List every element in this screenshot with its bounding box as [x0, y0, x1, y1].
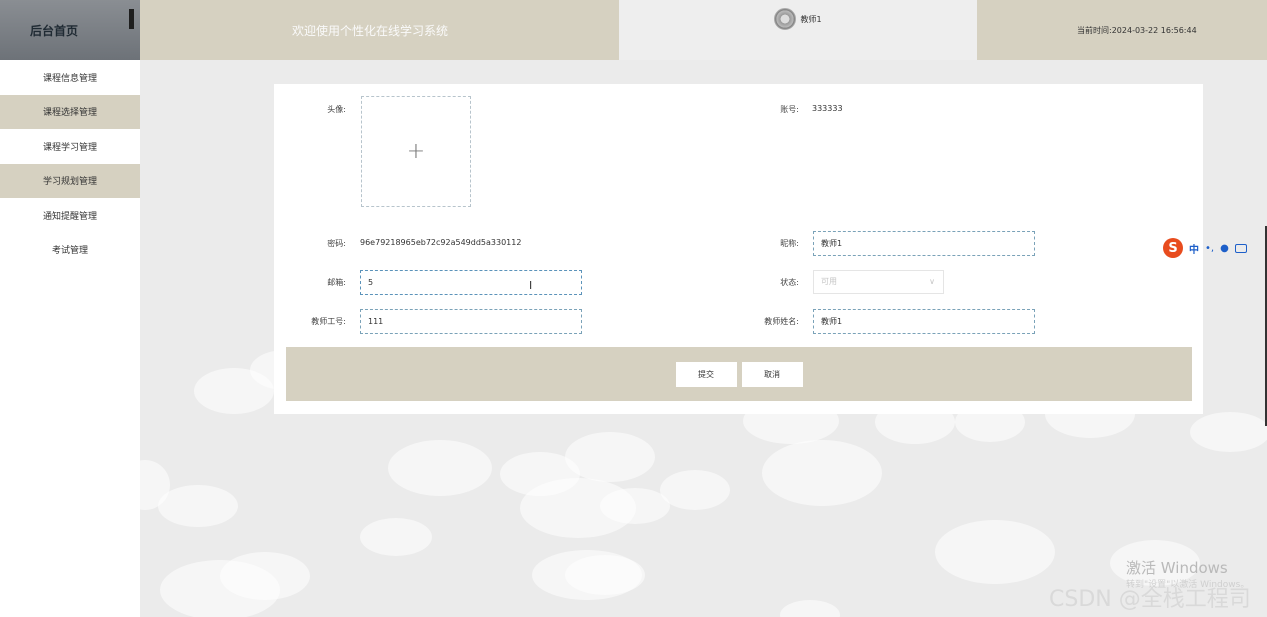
- background-bubble: [762, 440, 882, 506]
- teacher-id-label: 教师工号:: [311, 317, 346, 326]
- plus-icon: +: [406, 139, 426, 164]
- user-menu[interactable]: 教师1: [774, 8, 822, 60]
- sidebar-item-label: 通知提醒管理: [42, 211, 97, 222]
- brand-home-link[interactable]: 后台首页: [0, 0, 140, 60]
- background-bubble: [600, 488, 670, 524]
- sidebar-toggle-icon[interactable]: [129, 9, 134, 29]
- sidebar-item-course-selection[interactable]: 课程选择管理: [0, 94, 140, 129]
- cancel-button[interactable]: 取消: [741, 361, 803, 387]
- email-label: 邮箱:: [327, 278, 346, 287]
- clock-area: 当前时间: 2024-03-22 16:56:44: [977, 0, 1267, 60]
- sidebar: 课程信息管理 课程选择管理 课程学习管理 学习规划管理 通知提醒管理 考试管理: [0, 60, 140, 617]
- sidebar-item-label: 学习规划管理: [42, 177, 97, 188]
- main-content: 头像: + 账号: 333333 密码: 96e79218965eb72c92a…: [140, 60, 1267, 617]
- sidebar-item-study-plan[interactable]: 学习规划管理: [0, 163, 140, 198]
- sidebar-item-notifications[interactable]: 通知提醒管理: [0, 198, 140, 233]
- top-header: 后台首页 欢迎使用个性化在线学习系统 教师1 当前时间: 2024-03-22 …: [0, 0, 1267, 60]
- status-label: 状态:: [780, 278, 799, 287]
- text-cursor-icon: I: [529, 279, 533, 292]
- sidebar-item-label: 课程选择管理: [42, 108, 97, 119]
- password-value: 96e79218965eb72c92a549dd5a330112: [360, 238, 522, 247]
- chevron-down-icon: ∨: [929, 277, 935, 286]
- brand-title: 后台首页: [30, 23, 79, 38]
- ime-mode-toggle[interactable]: 中: [1189, 241, 1199, 256]
- background-bubble: [565, 555, 645, 595]
- profile-form-card: 头像: + 账号: 333333 密码: 96e79218965eb72c92a…: [274, 84, 1203, 414]
- user-name: 教师1: [800, 15, 822, 24]
- email-input[interactable]: 5: [360, 270, 582, 295]
- sidebar-item-label: 考试管理: [51, 246, 88, 257]
- current-time-label: 当前时间:: [1077, 25, 1112, 35]
- submit-button[interactable]: 提交: [675, 361, 737, 387]
- background-bubble: [1190, 412, 1267, 452]
- background-bubble: [220, 552, 310, 600]
- background-bubble: [780, 600, 840, 617]
- background-bubble: [158, 485, 238, 527]
- account-value: 333333: [812, 104, 843, 113]
- welcome-banner: 欢迎使用个性化在线学习系统: [140, 0, 619, 60]
- nickname-label: 昵称:: [780, 239, 799, 248]
- microphone-icon[interactable]: ●: [1220, 243, 1229, 254]
- keyboard-icon[interactable]: [1234, 243, 1247, 253]
- status-select[interactable]: 可用 ∨: [813, 270, 944, 294]
- background-bubble: [360, 518, 432, 556]
- teacher-id-input[interactable]: 111: [360, 309, 582, 334]
- background-bubble: [935, 520, 1055, 584]
- sidebar-item-course-info[interactable]: 课程信息管理: [0, 60, 140, 95]
- ime-toolbar[interactable]: S 中 •, ●: [1163, 238, 1247, 258]
- background-bubble: [660, 470, 730, 510]
- teacher-name-input[interactable]: 教师1: [813, 309, 1035, 334]
- punctuation-icon[interactable]: •,: [1205, 243, 1214, 254]
- csdn-watermark: CSDN @全栈工程司: [1049, 587, 1251, 612]
- avatar-uploader[interactable]: +: [361, 96, 471, 207]
- account-label: 账号:: [780, 105, 799, 114]
- sogou-logo-icon[interactable]: S: [1163, 238, 1183, 258]
- background-bubble: [565, 432, 655, 482]
- activate-windows-title: 激活 Windows: [1126, 559, 1228, 577]
- background-bubble: [388, 440, 492, 496]
- user-area: 教师1: [619, 0, 977, 60]
- teacher-name-label: 教师姓名:: [764, 317, 799, 326]
- nickname-input[interactable]: 教师1: [813, 231, 1035, 256]
- current-time: 2024-03-22 16:56:44: [1111, 25, 1197, 35]
- sidebar-item-label: 课程学习管理: [42, 142, 97, 153]
- avatar[interactable]: [774, 8, 797, 30]
- welcome-text: 欢迎使用个性化在线学习系统: [292, 23, 449, 38]
- status-select-value: 可用: [821, 277, 837, 286]
- form-actions: 提交 取消: [286, 347, 1192, 401]
- avatar-label: 头像:: [327, 105, 346, 114]
- password-label: 密码:: [327, 239, 346, 248]
- sidebar-item-exams[interactable]: 考试管理: [0, 233, 140, 268]
- sidebar-item-course-study[interactable]: 课程学习管理: [0, 129, 140, 164]
- sidebar-item-label: 课程信息管理: [42, 73, 97, 84]
